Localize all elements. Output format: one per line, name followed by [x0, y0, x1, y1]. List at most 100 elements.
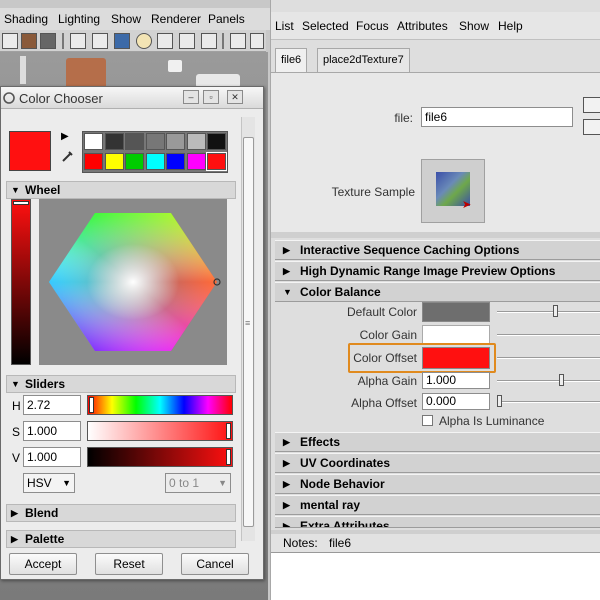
- default-color-swatch[interactable]: [422, 302, 490, 322]
- menu-panels[interactable]: Panels: [208, 12, 245, 26]
- saturation-slider[interactable]: [87, 421, 233, 441]
- value-slider-handle[interactable]: [13, 201, 29, 205]
- mental-ray-section[interactable]: ▶ mental ray: [275, 495, 600, 515]
- camera-icon[interactable]: [2, 33, 18, 49]
- interactive-sequence-caching-section[interactable]: ▶ Interactive Sequence Caching Options: [275, 240, 600, 260]
- saturation-slider-handle[interactable]: [226, 423, 231, 439]
- swatch-arrow-icon[interactable]: ▶: [61, 131, 69, 142]
- display-icon[interactable]: [114, 33, 130, 49]
- default-color-slider-handle[interactable]: [553, 305, 558, 317]
- alpha-offset-slider-handle[interactable]: [497, 395, 502, 407]
- alpha-offset-slider[interactable]: [497, 401, 600, 403]
- color-swatch[interactable]: [125, 153, 144, 170]
- hue-slider-handle[interactable]: [89, 397, 94, 413]
- more-icon[interactable]: [250, 33, 264, 49]
- color-swatch[interactable]: [186, 133, 206, 150]
- eyedropper-icon[interactable]: [60, 149, 74, 163]
- color-chooser-titlebar[interactable]: Color Chooser – ▫ ✕: [1, 87, 263, 109]
- color-swatch[interactable]: [145, 133, 165, 150]
- color-swatch[interactable]: [104, 153, 124, 170]
- value-slider-handle[interactable]: [226, 449, 231, 465]
- maximize-button[interactable]: ▫: [203, 90, 219, 104]
- hue-slider[interactable]: [87, 395, 233, 415]
- color-swatch[interactable]: [207, 133, 226, 150]
- reset-button[interactable]: Reset: [95, 553, 163, 575]
- color-swatch[interactable]: [125, 133, 144, 150]
- menu-selected[interactable]: Selected: [302, 19, 349, 33]
- notes-textarea[interactable]: [271, 552, 600, 600]
- accept-button[interactable]: Accept: [9, 553, 77, 575]
- color-wheel-area[interactable]: [39, 199, 227, 365]
- color-swatch[interactable]: [186, 153, 206, 170]
- text-icon[interactable]: [201, 33, 217, 49]
- color-swatch[interactable]: [104, 133, 124, 150]
- value-slider[interactable]: [87, 447, 233, 467]
- menu-help[interactable]: Help: [498, 19, 523, 33]
- color-swatch[interactable]: [166, 133, 185, 150]
- color-gain-label: Color Gain: [359, 328, 417, 342]
- color-swatch[interactable]: [206, 152, 227, 171]
- resolution-icon[interactable]: [179, 33, 195, 49]
- menu-shading[interactable]: Shading: [4, 12, 48, 26]
- current-color-swatch[interactable]: [9, 131, 51, 171]
- color-swatch[interactable]: [145, 153, 165, 170]
- color-swatch[interactable]: [166, 153, 185, 170]
- color-offset-swatch[interactable]: [422, 347, 490, 369]
- default-color-slider[interactable]: [497, 311, 600, 313]
- cube-icon[interactable]: [230, 33, 246, 49]
- wheel-section-header[interactable]: ▼ Wheel: [6, 181, 236, 199]
- close-button[interactable]: ✕: [227, 90, 243, 104]
- uv-coordinates-section[interactable]: ▶ UV Coordinates: [275, 453, 600, 473]
- sliders-section-header[interactable]: ▼ Sliders: [6, 375, 236, 393]
- blend-section-header[interactable]: ▶ Blend: [6, 504, 236, 522]
- alpha-offset-input[interactable]: 0.000: [422, 393, 490, 410]
- menu-lighting[interactable]: Lighting: [58, 12, 100, 26]
- scrollbar-thumb[interactable]: ≡: [243, 137, 254, 527]
- range-dropdown[interactable]: 0 to 1 ▼: [165, 473, 231, 493]
- scrollbar[interactable]: ≡: [241, 117, 255, 541]
- color-gain-swatch[interactable]: [422, 325, 490, 345]
- v-input[interactable]: 1.000: [23, 447, 81, 467]
- light-icon[interactable]: [136, 33, 152, 49]
- s-input[interactable]: 1.000: [23, 421, 81, 441]
- texture-sample-thumbnail[interactable]: ➤: [421, 159, 485, 223]
- grid-icon[interactable]: [157, 33, 173, 49]
- presets-icon[interactable]: [583, 119, 600, 135]
- menu-attributes[interactable]: Attributes: [397, 19, 448, 33]
- extra-attributes-section[interactable]: ▶ Extra Attributes: [275, 516, 600, 528]
- color-mode-dropdown[interactable]: HSV ▼: [23, 473, 75, 493]
- alpha-gain-slider-handle[interactable]: [559, 374, 564, 386]
- alpha-gain-input[interactable]: 1.000: [422, 372, 490, 389]
- minimize-button[interactable]: –: [183, 90, 199, 104]
- tab-file6[interactable]: file6: [275, 48, 308, 73]
- color-offset-slider[interactable]: [497, 357, 600, 359]
- wireframe-icon[interactable]: [70, 33, 86, 49]
- hdr-preview-section[interactable]: ▶ High Dynamic Range Image Preview Optio…: [275, 261, 600, 281]
- color-hexagon[interactable]: [39, 199, 227, 365]
- alpha-is-luminance-checkbox[interactable]: [422, 415, 433, 426]
- menu-show[interactable]: Show: [459, 19, 489, 33]
- color-swatch[interactable]: [84, 133, 103, 150]
- palette-section-header[interactable]: ▶ Palette: [6, 530, 236, 548]
- alpha-gain-slider[interactable]: [497, 380, 600, 382]
- smooth-icon[interactable]: [92, 33, 108, 49]
- tab-place2dtexture7[interactable]: place2dTexture7: [317, 48, 410, 72]
- focus-icon[interactable]: [583, 97, 600, 113]
- cancel-button[interactable]: Cancel: [181, 553, 249, 575]
- toolbar-separator: [62, 33, 64, 49]
- toolbar-separator: [222, 33, 224, 49]
- color-gain-slider[interactable]: [497, 334, 600, 336]
- color-swatch[interactable]: [84, 153, 103, 170]
- color-balance-section[interactable]: ▼ Color Balance: [275, 282, 600, 302]
- h-input[interactable]: 2.72: [23, 395, 81, 415]
- node-behavior-section[interactable]: ▶ Node Behavior: [275, 474, 600, 494]
- menu-list[interactable]: List: [275, 19, 294, 33]
- shaded-icon[interactable]: [40, 33, 56, 49]
- value-slider-bar[interactable]: [11, 199, 31, 365]
- node-name-input[interactable]: file6: [421, 107, 573, 127]
- effects-section[interactable]: ▶ Effects: [275, 432, 600, 452]
- texture-icon[interactable]: [21, 33, 37, 49]
- menu-show[interactable]: Show: [111, 12, 141, 26]
- menu-focus[interactable]: Focus: [356, 19, 389, 33]
- menu-renderer[interactable]: Renderer: [151, 12, 201, 26]
